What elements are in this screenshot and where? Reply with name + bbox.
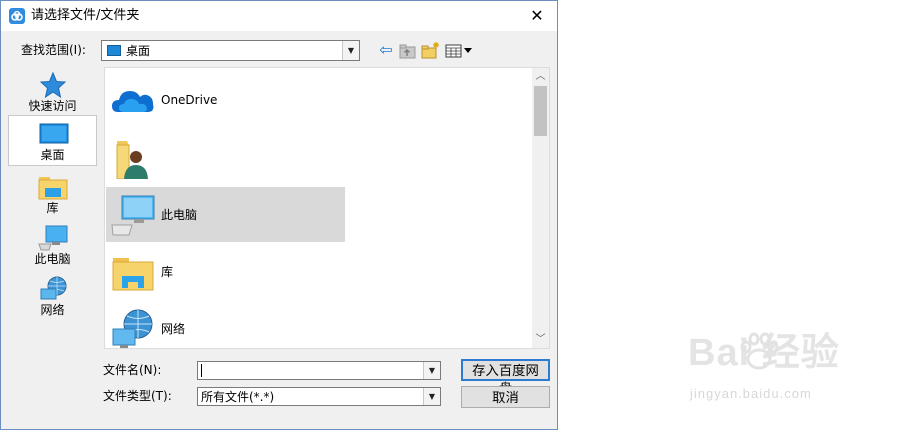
list-item-label: 网络 [161, 322, 186, 336]
vertical-scrollbar[interactable]: ︿ ﹀ [532, 68, 549, 348]
close-icon[interactable]: ✕ [517, 1, 557, 31]
place-quick-access[interactable]: 快速访问 [8, 67, 97, 118]
cancel-button[interactable]: 取消 [461, 386, 550, 408]
save-to-netdisk-button[interactable]: 存入百度网盘 [461, 359, 550, 396]
watermark-url: jingyan.baidu.com [690, 386, 812, 401]
place-label: 桌面 [40, 148, 65, 162]
places-bar: 快速访问 桌面 库 此电脑 网络 [8, 67, 97, 349]
network-icon [110, 307, 156, 348]
place-label: 网络 [40, 303, 65, 317]
computer-icon [110, 193, 156, 237]
up-folder-icon[interactable] [399, 41, 417, 61]
place-label: 此电脑 [34, 252, 71, 266]
computer-icon [37, 224, 69, 252]
window-title: 请选择文件/文件夹 [31, 8, 140, 23]
paw-logo-icon [738, 332, 780, 372]
filename-label: 文件名(N): [103, 363, 162, 377]
lookin-label: 查找范围(I): [21, 43, 86, 57]
new-folder-icon[interactable] [421, 41, 441, 61]
lookin-value: 桌面 [126, 44, 151, 58]
place-libraries[interactable]: 库 [8, 169, 97, 220]
back-arrow-icon[interactable]: ⇦ [376, 41, 396, 61]
scroll-down-icon[interactable]: ﹀ [532, 331, 549, 348]
list-item-user-folder[interactable] [106, 129, 345, 184]
scroll-up-icon[interactable]: ︿ [532, 68, 549, 85]
chevron-down-icon[interactable]: ▼ [342, 41, 359, 60]
filetype-select[interactable]: 所有文件(*.*) ▼ [197, 387, 441, 406]
list-item-this-pc[interactable]: 此电脑 [106, 187, 345, 242]
onedrive-cloud-icon [110, 78, 156, 122]
list-item-label: 此电脑 [161, 208, 198, 222]
list-item-libraries[interactable]: 库 [106, 244, 345, 299]
list-item-label: 库 [161, 265, 174, 279]
desktop-icon [107, 45, 121, 56]
place-desktop[interactable]: 桌面 [8, 115, 97, 166]
user-folder-icon [110, 135, 156, 180]
library-folder-icon [110, 250, 156, 294]
lookin-combo[interactable]: 桌面 ▼ [101, 40, 360, 61]
place-network[interactable]: 网络 [8, 271, 97, 322]
file-dialog: 请选择文件/文件夹 ✕ 查找范围(I): 桌面 ▼ ⇦ 快速访问 桌面 库 此电… [0, 0, 558, 430]
text-caret [201, 364, 202, 377]
chevron-down-icon[interactable]: ▼ [423, 388, 440, 405]
list-item-network[interactable]: 网络 [106, 301, 345, 348]
baidu-jingyan-watermark: Bai 经验 jingyan.baidu.com [688, 330, 888, 420]
place-label: 库 [46, 201, 59, 215]
filename-input[interactable]: ▼ [197, 361, 441, 380]
filetype-value: 所有文件(*.*) [201, 390, 275, 404]
star-icon [37, 71, 69, 99]
scroll-thumb[interactable] [534, 86, 547, 136]
list-item-onedrive[interactable]: OneDrive [106, 72, 345, 127]
desktop-icon [38, 120, 70, 148]
view-menu-icon[interactable] [445, 41, 475, 61]
library-folder-icon [37, 173, 69, 201]
baidu-netdisk-icon [9, 8, 25, 24]
place-this-pc[interactable]: 此电脑 [8, 220, 97, 271]
file-list[interactable]: OneDrive 此电脑 库 网络 ︿ ﹀ [104, 67, 550, 349]
list-item-label: OneDrive [161, 93, 218, 107]
network-icon [37, 275, 69, 303]
chevron-down-icon[interactable]: ▼ [423, 362, 440, 379]
title-bar[interactable]: 请选择文件/文件夹 ✕ [1, 1, 557, 31]
place-label: 快速访问 [28, 99, 77, 113]
filetype-label: 文件类型(T): [103, 389, 172, 403]
